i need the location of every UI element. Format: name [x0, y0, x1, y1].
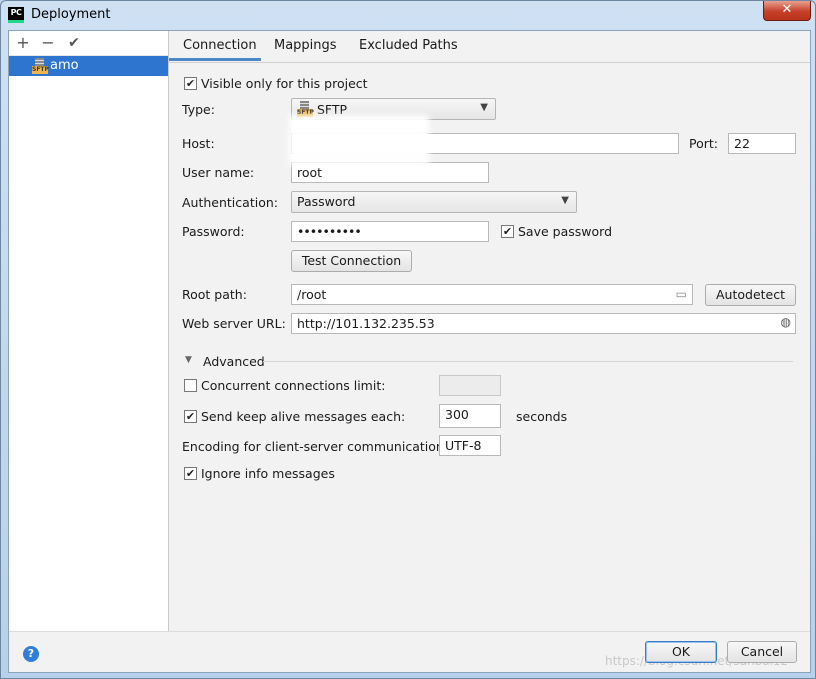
checkmark-icon: ✔	[185, 467, 196, 480]
cancel-button[interactable]: Cancel	[727, 641, 797, 663]
tab-excluded-paths[interactable]: Excluded Paths	[359, 38, 458, 53]
ok-button[interactable]: OK	[645, 641, 717, 663]
user-name-input[interactable]: root	[291, 162, 489, 183]
encoding-label: Encoding for client-server communication…	[182, 439, 449, 454]
close-icon: ✕	[781, 2, 793, 17]
chevron-down-icon: ▼	[480, 102, 488, 113]
collapse-triangle-icon[interactable]: ▼	[185, 355, 192, 365]
encoding-input[interactable]: UTF-8	[439, 435, 501, 456]
authentication-value: Password	[297, 194, 356, 209]
checkmark-icon: ✔	[185, 77, 196, 90]
port-input[interactable]: 22	[728, 133, 796, 154]
deployment-window: PC Deployment ✕ + − ✔ SFTP amo Connectio…	[0, 0, 816, 679]
server-list-toolbar: + − ✔	[9, 31, 168, 56]
web-server-url-value: http://101.132.235.53	[297, 316, 435, 331]
advanced-divider	[263, 361, 793, 362]
checkmark-icon: ✔	[185, 410, 196, 423]
password-label: Password:	[182, 224, 245, 239]
window-title: Deployment	[31, 7, 111, 22]
keep-alive-unit: seconds	[516, 409, 568, 424]
authentication-label: Authentication:	[182, 195, 278, 210]
web-server-url-input[interactable]: http://101.132.235.53 ◍	[291, 313, 796, 334]
root-path-label: Root path:	[182, 287, 247, 302]
authentication-select[interactable]: Password ▼	[291, 191, 577, 213]
server-item-amo[interactable]: SFTP amo	[9, 56, 168, 76]
add-server-button[interactable]: +	[13, 33, 33, 53]
ignore-info-checkbox[interactable]: ✔	[184, 467, 197, 480]
keep-alive-label: Send keep alive messages each:	[201, 409, 406, 424]
folder-icon[interactable]: ▭	[676, 287, 687, 301]
set-default-server-button[interactable]: ✔	[64, 33, 84, 53]
port-label: Port:	[689, 136, 718, 151]
concurrent-limit-label: Concurrent connections limit:	[201, 378, 386, 393]
sftp-server-icon: SFTP	[32, 58, 49, 74]
pycharm-app-icon: PC	[8, 7, 24, 23]
keep-alive-checkbox[interactable]: ✔	[184, 410, 197, 423]
test-connection-button[interactable]: Test Connection	[291, 250, 412, 272]
visible-only-checkbox[interactable]: ✔	[184, 77, 197, 90]
tab-connection[interactable]: Connection	[183, 38, 257, 53]
keep-alive-input[interactable]: 300	[439, 404, 501, 428]
password-input[interactable]: ••••••••••	[291, 221, 489, 242]
minus-icon: −	[41, 33, 55, 52]
footer-divider	[9, 631, 810, 632]
check-icon: ✔	[68, 35, 80, 51]
globe-icon[interactable]: ◍	[781, 315, 791, 329]
save-password-label: Save password	[518, 224, 613, 239]
chevron-down-icon: ▼	[561, 195, 569, 206]
root-path-value: /root	[297, 287, 327, 302]
ignore-info-label: Ignore info messages	[201, 466, 335, 481]
concurrent-limit-checkbox[interactable]	[184, 379, 197, 392]
remove-server-button[interactable]: −	[38, 33, 58, 53]
type-label: Type:	[182, 102, 215, 117]
server-list-panel: + − ✔ SFTP amo	[9, 31, 169, 631]
title-bar[interactable]: PC Deployment ✕	[1, 1, 815, 29]
user-name-label: User name:	[182, 165, 255, 180]
redaction-blur	[289, 115, 429, 165]
autodetect-button[interactable]: Autodetect	[705, 284, 796, 306]
save-password-checkbox[interactable]: ✔	[501, 225, 514, 238]
root-path-input[interactable]: /root ▭	[291, 284, 693, 305]
plus-icon: +	[16, 33, 30, 52]
advanced-section-title[interactable]: Advanced	[203, 354, 265, 369]
checkmark-icon: ✔	[502, 225, 513, 238]
tab-bar: Connection Mappings Excluded Paths	[169, 31, 810, 63]
help-icon[interactable]: ?	[23, 646, 39, 662]
dialog-body: + − ✔ SFTP amo Connection Mappings Exclu…	[8, 30, 811, 673]
visible-only-label: Visible only for this project	[201, 76, 368, 91]
close-window-button[interactable]: ✕	[763, 1, 811, 21]
web-server-url-label: Web server URL:	[182, 316, 286, 331]
active-tab-indicator	[169, 58, 261, 61]
tab-mappings[interactable]: Mappings	[274, 38, 337, 53]
host-label: Host:	[182, 136, 215, 151]
concurrent-limit-input[interactable]	[439, 375, 501, 396]
server-item-label: amo	[50, 58, 79, 73]
